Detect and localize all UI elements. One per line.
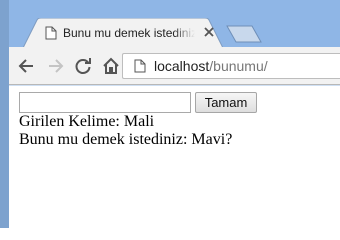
suggestion-value: Mavi? xyxy=(191,131,233,148)
url-path: /bunumu/ xyxy=(209,58,268,74)
tab-strip: Bunu mu demek istediniz? xyxy=(9,0,340,48)
url-text[interactable]: localhost/bunumu/ xyxy=(154,58,268,74)
submit-button[interactable]: Tamam xyxy=(195,92,257,113)
entered-word-label: Girilen Kelime: xyxy=(19,113,120,130)
url-host: localhost xyxy=(154,58,210,74)
active-tab[interactable]: Bunu mu demek istediniz? xyxy=(23,18,223,48)
new-tab-icon[interactable] xyxy=(225,25,263,43)
page-content: Tamam Girilen Kelime: Mali Bunu mu demek… xyxy=(9,86,340,228)
suggestion-label: Bunu mu demek istediniz: xyxy=(19,131,188,148)
word-input[interactable] xyxy=(19,92,191,113)
entered-word-value: Mali xyxy=(123,113,155,130)
toolbar: localhost/bunumu/ xyxy=(9,47,340,85)
close-icon[interactable] xyxy=(201,24,217,40)
back-arrow-icon[interactable] xyxy=(17,56,37,76)
tab-title-fade xyxy=(173,24,195,42)
page-icon xyxy=(45,26,57,40)
address-bar[interactable]: localhost/bunumu/ xyxy=(122,53,340,79)
forward-arrow-icon[interactable] xyxy=(45,56,65,76)
browser-window: Bunu mu demek istediniz? localhost/bunum… xyxy=(0,0,340,228)
entered-word-line: Girilen Kelime: Mali xyxy=(19,113,154,131)
home-icon[interactable] xyxy=(101,56,121,76)
suggestion-line: Bunu mu demek istediniz: Mavi? xyxy=(19,131,232,149)
window-border xyxy=(0,0,9,228)
reload-icon[interactable] xyxy=(73,56,93,76)
page-info-icon[interactable] xyxy=(134,59,146,73)
